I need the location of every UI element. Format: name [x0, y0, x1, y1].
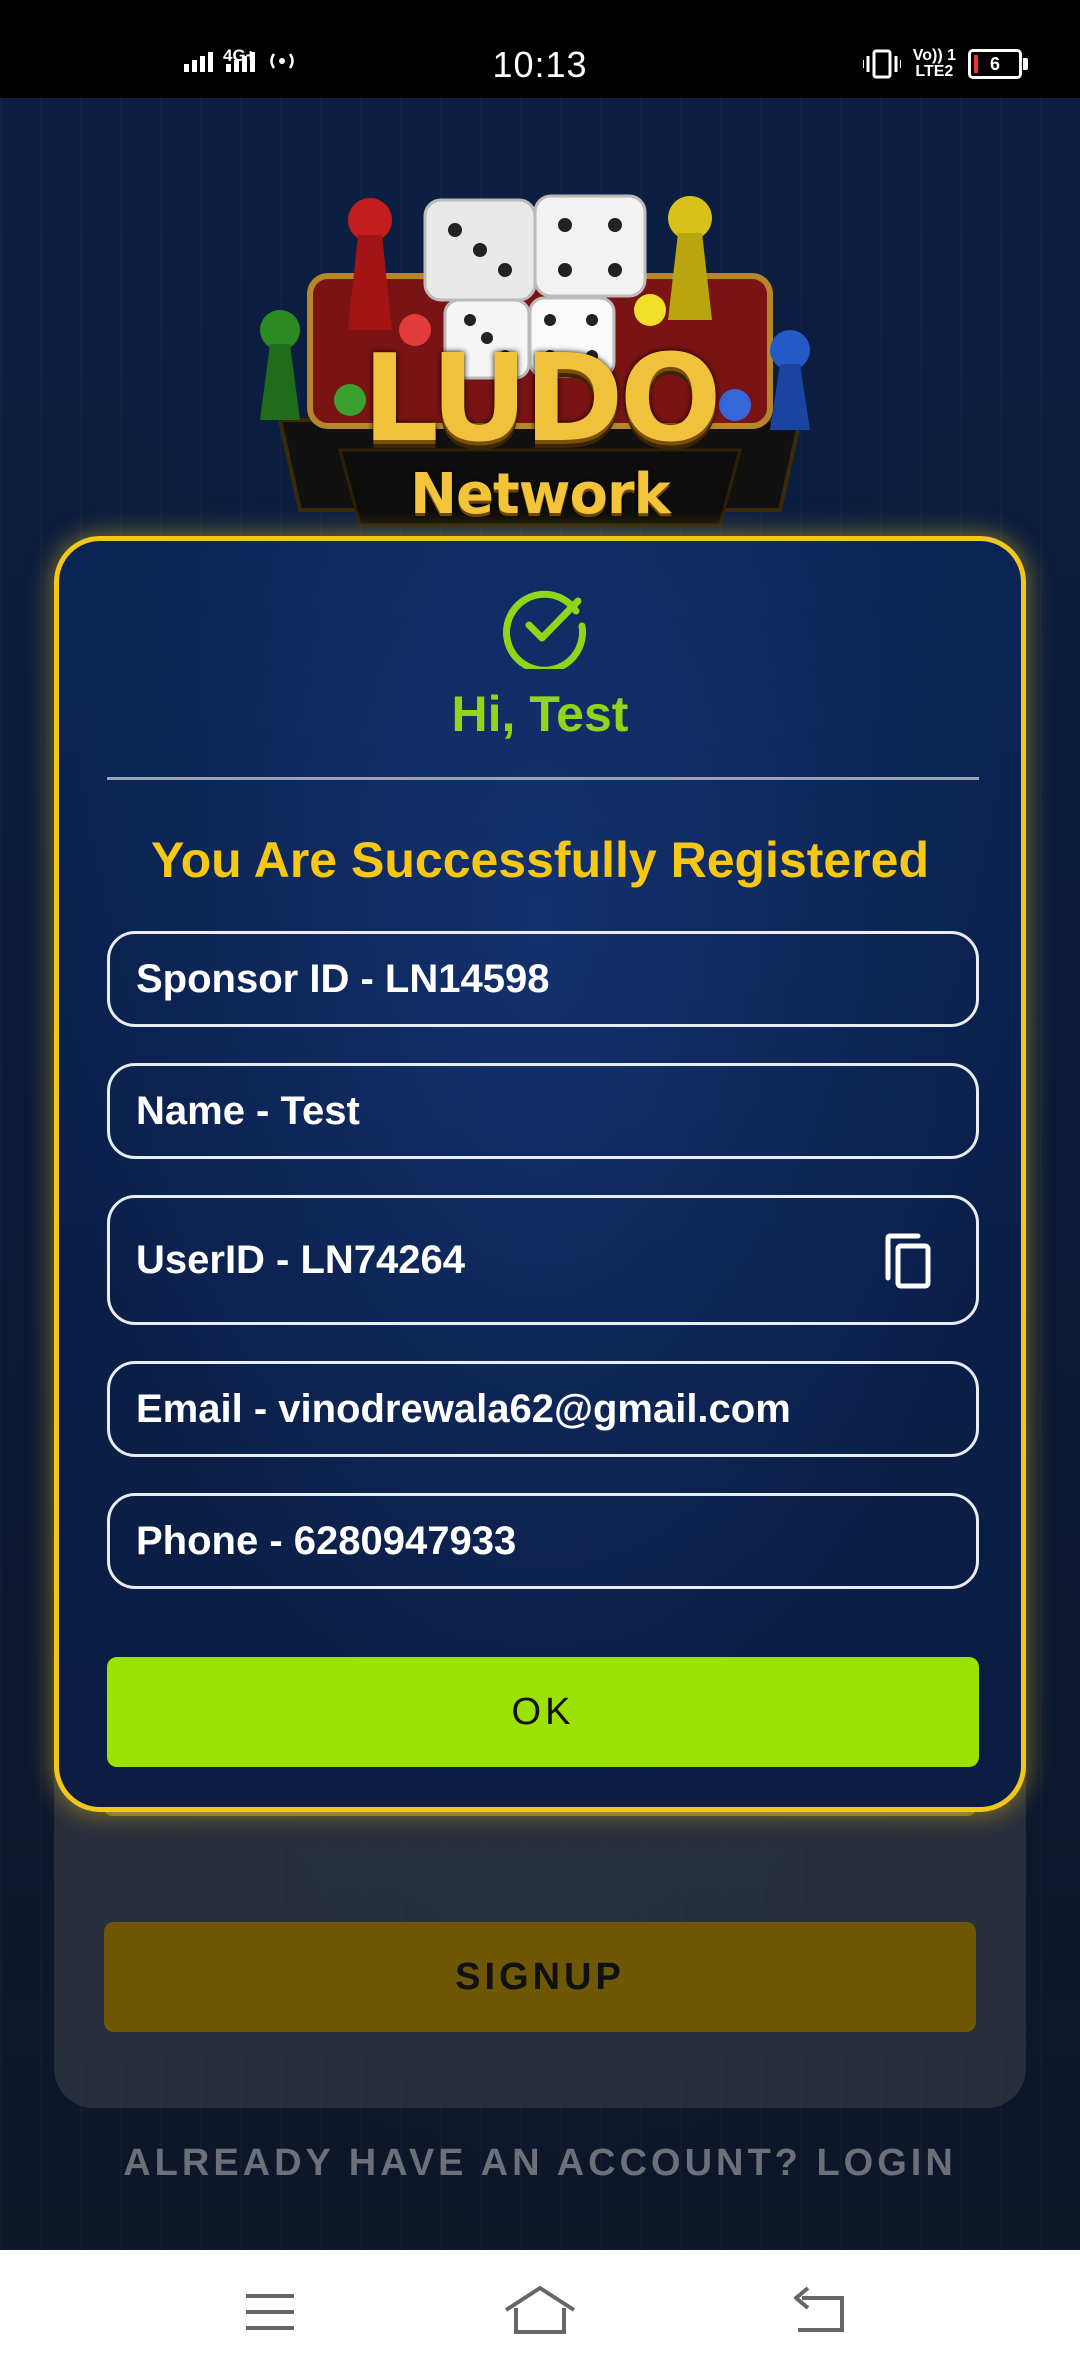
vibrate-icon [862, 49, 901, 79]
phone-field: Phone - 6280947933 [107, 1493, 979, 1589]
copy-icon [885, 1233, 931, 1289]
copy-user-id-button[interactable] [880, 1232, 936, 1292]
status-right: Vo)) 1 LTE2 6 [862, 48, 1028, 80]
back-icon [794, 2286, 844, 2332]
logo-word-ludo: LUDO [362, 330, 721, 469]
check-circle-icon [503, 590, 587, 669]
name-text: Name - Test [136, 1088, 360, 1133]
sponsor-id-text: Sponsor ID - LN14598 [136, 956, 550, 1001]
email-field: Email - vinodrewala62@gmail.com [107, 1361, 979, 1457]
signup-button[interactable]: SIGNUP [104, 1922, 976, 2032]
home-icon [504, 2286, 576, 2334]
registration-success-dialog: Hi, Test You Are Successfully Registered… [54, 536, 1026, 1812]
volte-label: Vo)) 1 LTE2 [913, 48, 956, 80]
logo-word-network: Network [410, 462, 671, 527]
email-text: Email - vinodrewala62@gmail.com [136, 1386, 791, 1431]
menu-icon [246, 2294, 294, 2330]
battery-icon: 6 [968, 49, 1028, 79]
home-button[interactable] [500, 2282, 580, 2342]
battery-level: 6 [989, 53, 1000, 74]
user-id-field: UserID - LN74264 [107, 1195, 979, 1325]
system-navigation-bar [0, 2250, 1080, 2376]
volte-label-top: Vo)) 1 [912, 47, 956, 64]
greeting-title: Hi, Test [451, 686, 629, 742]
menu-button[interactable] [230, 2282, 310, 2342]
login-link[interactable]: ALREADY HAVE AN ACCOUNT? LOGIN [0, 2142, 1080, 2185]
success-message: You Are Successfully Registered [150, 832, 930, 888]
status-bar: 4G+ 10:13 Vo)) 1 LTE2 6 [0, 0, 1080, 98]
sponsor-id-field: Sponsor ID - LN14598 [107, 931, 979, 1027]
volte-label-bottom: LTE2 [915, 63, 954, 80]
name-field: Name - Test [107, 1063, 979, 1159]
ok-button[interactable]: OK [107, 1657, 979, 1767]
back-button[interactable] [782, 2282, 862, 2342]
phone-text: Phone - 6280947933 [136, 1518, 517, 1563]
user-id-text: UserID - LN74264 [136, 1237, 466, 1282]
divider [107, 777, 979, 780]
ludo-network-logo: LUDO Network [250, 180, 830, 540]
